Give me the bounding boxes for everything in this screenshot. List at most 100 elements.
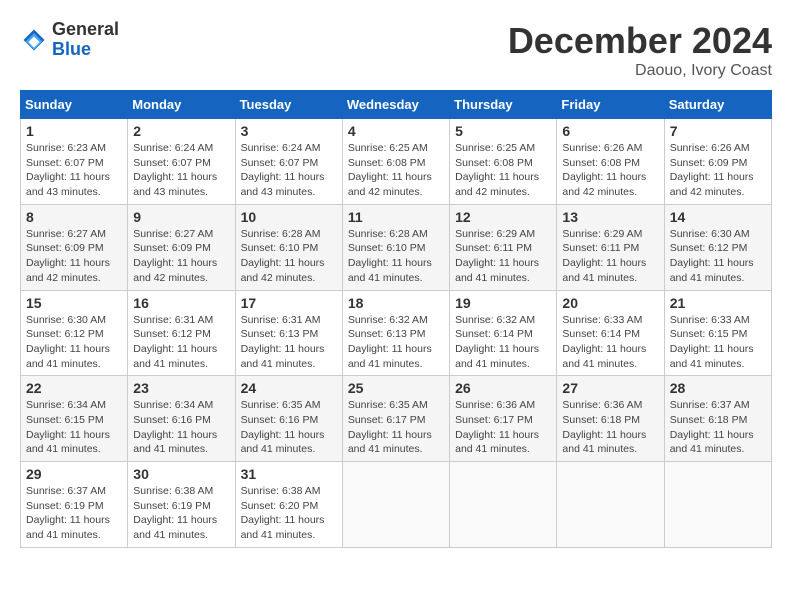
day-info: Sunrise: 6:36 AM Sunset: 6:18 PM Dayligh… — [562, 398, 658, 457]
day-info: Sunrise: 6:31 AM Sunset: 6:13 PM Dayligh… — [241, 313, 337, 372]
calendar-cell: 23 Sunrise: 6:34 AM Sunset: 6:16 PM Dayl… — [128, 376, 235, 462]
calendar-cell: 13 Sunrise: 6:29 AM Sunset: 6:11 PM Dayl… — [557, 204, 664, 290]
day-info: Sunrise: 6:27 AM Sunset: 6:09 PM Dayligh… — [26, 227, 122, 286]
day-number: 9 — [133, 209, 229, 225]
day-info: Sunrise: 6:37 AM Sunset: 6:19 PM Dayligh… — [26, 484, 122, 543]
day-number: 14 — [670, 209, 766, 225]
day-info: Sunrise: 6:28 AM Sunset: 6:10 PM Dayligh… — [241, 227, 337, 286]
day-number: 2 — [133, 123, 229, 139]
calendar-cell: 3 Sunrise: 6:24 AM Sunset: 6:07 PM Dayli… — [235, 119, 342, 205]
calendar-cell — [450, 462, 557, 548]
calendar-table: SundayMondayTuesdayWednesdayThursdayFrid… — [20, 90, 772, 548]
calendar-cell: 5 Sunrise: 6:25 AM Sunset: 6:08 PM Dayli… — [450, 119, 557, 205]
calendar-body: 1 Sunrise: 6:23 AM Sunset: 6:07 PM Dayli… — [21, 119, 772, 548]
logo: General Blue — [20, 20, 119, 60]
day-number: 13 — [562, 209, 658, 225]
day-info: Sunrise: 6:24 AM Sunset: 6:07 PM Dayligh… — [133, 141, 229, 200]
calendar-cell: 31 Sunrise: 6:38 AM Sunset: 6:20 PM Dayl… — [235, 462, 342, 548]
month-title: December 2024 — [508, 20, 772, 62]
day-info: Sunrise: 6:35 AM Sunset: 6:17 PM Dayligh… — [348, 398, 444, 457]
calendar-week-5: 29 Sunrise: 6:37 AM Sunset: 6:19 PM Dayl… — [21, 462, 772, 548]
day-number: 1 — [26, 123, 122, 139]
calendar-cell: 21 Sunrise: 6:33 AM Sunset: 6:15 PM Dayl… — [664, 290, 771, 376]
calendar-cell: 6 Sunrise: 6:26 AM Sunset: 6:08 PM Dayli… — [557, 119, 664, 205]
day-info: Sunrise: 6:32 AM Sunset: 6:14 PM Dayligh… — [455, 313, 551, 372]
day-number: 28 — [670, 380, 766, 396]
weekday-header-row: SundayMondayTuesdayWednesdayThursdayFrid… — [21, 91, 772, 119]
calendar-cell: 11 Sunrise: 6:28 AM Sunset: 6:10 PM Dayl… — [342, 204, 449, 290]
calendar-cell: 28 Sunrise: 6:37 AM Sunset: 6:18 PM Dayl… — [664, 376, 771, 462]
calendar-week-3: 15 Sunrise: 6:30 AM Sunset: 6:12 PM Dayl… — [21, 290, 772, 376]
logo-general-text: General — [52, 20, 119, 40]
weekday-tuesday: Tuesday — [235, 91, 342, 119]
calendar-cell: 15 Sunrise: 6:30 AM Sunset: 6:12 PM Dayl… — [21, 290, 128, 376]
calendar-cell: 29 Sunrise: 6:37 AM Sunset: 6:19 PM Dayl… — [21, 462, 128, 548]
logo-blue-text: Blue — [52, 40, 119, 60]
day-info: Sunrise: 6:27 AM Sunset: 6:09 PM Dayligh… — [133, 227, 229, 286]
day-number: 10 — [241, 209, 337, 225]
calendar-week-2: 8 Sunrise: 6:27 AM Sunset: 6:09 PM Dayli… — [21, 204, 772, 290]
day-info: Sunrise: 6:38 AM Sunset: 6:19 PM Dayligh… — [133, 484, 229, 543]
weekday-saturday: Saturday — [664, 91, 771, 119]
calendar-cell — [342, 462, 449, 548]
day-number: 17 — [241, 295, 337, 311]
calendar-cell: 7 Sunrise: 6:26 AM Sunset: 6:09 PM Dayli… — [664, 119, 771, 205]
calendar-cell: 24 Sunrise: 6:35 AM Sunset: 6:16 PM Dayl… — [235, 376, 342, 462]
day-info: Sunrise: 6:25 AM Sunset: 6:08 PM Dayligh… — [455, 141, 551, 200]
day-info: Sunrise: 6:37 AM Sunset: 6:18 PM Dayligh… — [670, 398, 766, 457]
day-info: Sunrise: 6:30 AM Sunset: 6:12 PM Dayligh… — [26, 313, 122, 372]
day-info: Sunrise: 6:34 AM Sunset: 6:16 PM Dayligh… — [133, 398, 229, 457]
calendar-cell: 30 Sunrise: 6:38 AM Sunset: 6:19 PM Dayl… — [128, 462, 235, 548]
calendar-cell: 27 Sunrise: 6:36 AM Sunset: 6:18 PM Dayl… — [557, 376, 664, 462]
day-number: 24 — [241, 380, 337, 396]
day-number: 22 — [26, 380, 122, 396]
title-block: December 2024 Daouo, Ivory Coast — [508, 20, 772, 80]
day-number: 25 — [348, 380, 444, 396]
weekday-wednesday: Wednesday — [342, 91, 449, 119]
location-text: Daouo, Ivory Coast — [508, 62, 772, 80]
weekday-friday: Friday — [557, 91, 664, 119]
day-number: 15 — [26, 295, 122, 311]
day-info: Sunrise: 6:33 AM Sunset: 6:14 PM Dayligh… — [562, 313, 658, 372]
page-header: General Blue December 2024 Daouo, Ivory … — [20, 20, 772, 80]
calendar-cell: 19 Sunrise: 6:32 AM Sunset: 6:14 PM Dayl… — [450, 290, 557, 376]
day-info: Sunrise: 6:32 AM Sunset: 6:13 PM Dayligh… — [348, 313, 444, 372]
logo-icon — [20, 26, 48, 54]
calendar-cell: 26 Sunrise: 6:36 AM Sunset: 6:17 PM Dayl… — [450, 376, 557, 462]
logo-text: General Blue — [52, 20, 119, 60]
day-number: 12 — [455, 209, 551, 225]
day-info: Sunrise: 6:24 AM Sunset: 6:07 PM Dayligh… — [241, 141, 337, 200]
day-number: 18 — [348, 295, 444, 311]
day-info: Sunrise: 6:25 AM Sunset: 6:08 PM Dayligh… — [348, 141, 444, 200]
day-number: 29 — [26, 466, 122, 482]
day-number: 30 — [133, 466, 229, 482]
day-number: 3 — [241, 123, 337, 139]
calendar-cell: 22 Sunrise: 6:34 AM Sunset: 6:15 PM Dayl… — [21, 376, 128, 462]
calendar-cell: 25 Sunrise: 6:35 AM Sunset: 6:17 PM Dayl… — [342, 376, 449, 462]
day-number: 21 — [670, 295, 766, 311]
day-info: Sunrise: 6:35 AM Sunset: 6:16 PM Dayligh… — [241, 398, 337, 457]
calendar-cell: 17 Sunrise: 6:31 AM Sunset: 6:13 PM Dayl… — [235, 290, 342, 376]
day-info: Sunrise: 6:31 AM Sunset: 6:12 PM Dayligh… — [133, 313, 229, 372]
calendar-cell: 8 Sunrise: 6:27 AM Sunset: 6:09 PM Dayli… — [21, 204, 128, 290]
day-number: 19 — [455, 295, 551, 311]
day-number: 31 — [241, 466, 337, 482]
day-info: Sunrise: 6:33 AM Sunset: 6:15 PM Dayligh… — [670, 313, 766, 372]
day-info: Sunrise: 6:38 AM Sunset: 6:20 PM Dayligh… — [241, 484, 337, 543]
calendar-cell: 2 Sunrise: 6:24 AM Sunset: 6:07 PM Dayli… — [128, 119, 235, 205]
day-info: Sunrise: 6:29 AM Sunset: 6:11 PM Dayligh… — [455, 227, 551, 286]
day-number: 23 — [133, 380, 229, 396]
calendar-cell: 14 Sunrise: 6:30 AM Sunset: 6:12 PM Dayl… — [664, 204, 771, 290]
day-info: Sunrise: 6:29 AM Sunset: 6:11 PM Dayligh… — [562, 227, 658, 286]
day-number: 16 — [133, 295, 229, 311]
calendar-cell: 9 Sunrise: 6:27 AM Sunset: 6:09 PM Dayli… — [128, 204, 235, 290]
day-info: Sunrise: 6:23 AM Sunset: 6:07 PM Dayligh… — [26, 141, 122, 200]
calendar-cell — [664, 462, 771, 548]
calendar-cell — [557, 462, 664, 548]
day-number: 11 — [348, 209, 444, 225]
day-number: 27 — [562, 380, 658, 396]
day-number: 26 — [455, 380, 551, 396]
day-number: 20 — [562, 295, 658, 311]
day-info: Sunrise: 6:30 AM Sunset: 6:12 PM Dayligh… — [670, 227, 766, 286]
weekday-thursday: Thursday — [450, 91, 557, 119]
